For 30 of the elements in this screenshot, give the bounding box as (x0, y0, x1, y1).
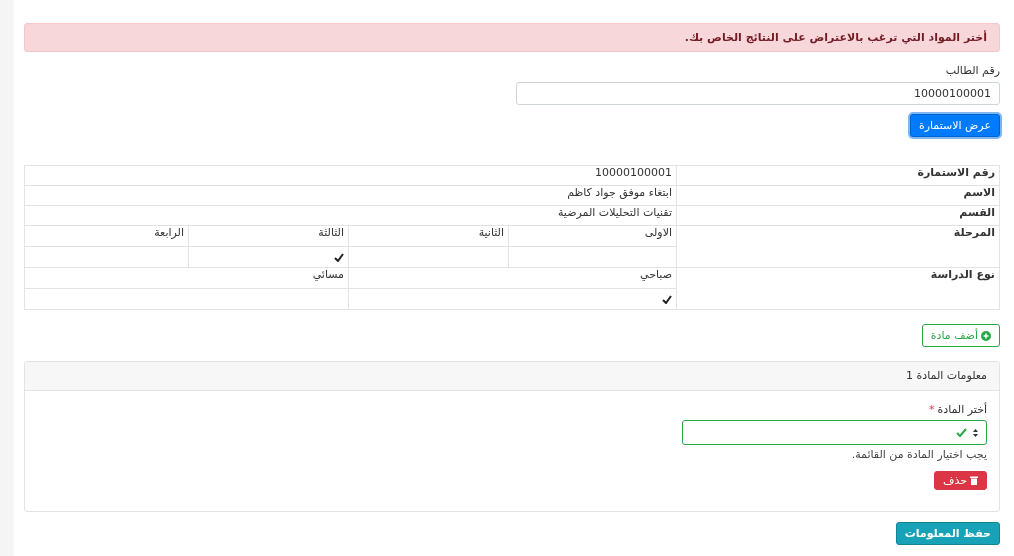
panel-title: معلومات المادة 1 (906, 369, 987, 382)
table-cell: 10000100001 (24, 165, 677, 186)
required-mark: * (928, 403, 935, 416)
sort-icon (973, 428, 978, 437)
row-label: الاسم (676, 185, 1000, 206)
column-heading: الاولى (509, 226, 676, 247)
add-subject-button[interactable]: أضف مادة (921, 324, 1000, 347)
column-heading: الثانية (349, 226, 508, 247)
student-id-field[interactable]: 10000100001 (516, 82, 1000, 105)
table-cell: تقنيات التحليلات المرضية (24, 205, 677, 226)
delete-button[interactable]: حذف (934, 471, 987, 490)
show-form-button[interactable]: عرض الاستمارة (909, 114, 1000, 137)
column-heading: صباحي (349, 268, 676, 289)
save-button[interactable]: حفظ المعلومات (895, 522, 1000, 545)
row-label: رقم الاستمارة (676, 165, 1000, 186)
field-label: أختر المادة (937, 403, 987, 416)
row-label: القسم (676, 205, 1000, 226)
table-cell: ابتغاء موفق جواد كاظم (24, 185, 677, 206)
row-label: نوع الدراسة (676, 267, 1000, 310)
column-heading: مسائي (25, 268, 348, 289)
column-heading: الرابعة (25, 226, 188, 247)
row-label: المرحلة (676, 225, 1000, 268)
plus-circle-icon (981, 330, 991, 341)
check-icon (956, 428, 967, 437)
column-heading: الثالثة (189, 226, 348, 247)
alert-message: أختر المواد التي ترغب بالاعتراض على النتائج الخاص بك. (24, 23, 1000, 52)
help-text: يجب اختيار المادة من القائمة. (850, 448, 987, 461)
subject-select[interactable] (682, 420, 987, 445)
trash-icon (970, 476, 978, 485)
field-label: رقم الطالب (944, 64, 1000, 77)
